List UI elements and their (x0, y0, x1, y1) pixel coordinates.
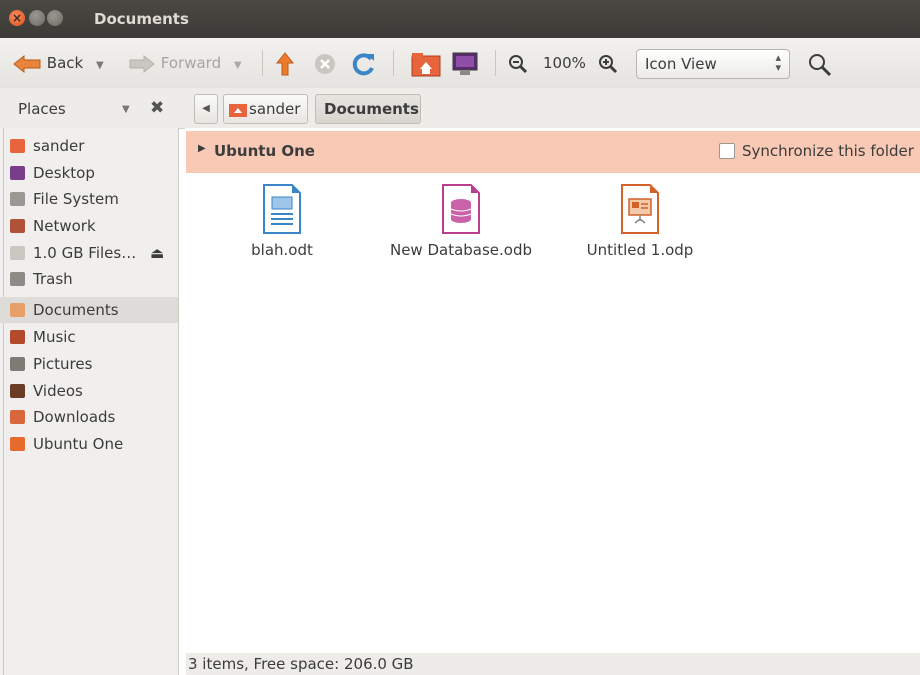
sidebar-item-network[interactable]: Network (0, 213, 178, 239)
up-arrow-icon[interactable] (275, 51, 295, 77)
computer-icon[interactable] (451, 51, 479, 77)
sidebar-item-sander[interactable]: sander (0, 133, 178, 159)
sync-folder-label[interactable]: Synchronize this folder (742, 142, 914, 160)
usb-drive-icon (10, 246, 25, 260)
forward-label: Forward (160, 54, 222, 72)
sidebar-item-1-0-gb-files[interactable]: 1.0 GB Files… ⏏ (0, 240, 178, 266)
sidebar-item-documents[interactable]: Documents (0, 297, 178, 323)
toolbar-separator (495, 50, 496, 76)
close-icon: × (11, 11, 23, 25)
crumb-label: sander (249, 100, 301, 118)
chevron-left-icon: ◀ (202, 103, 210, 114)
file-name: Untitled 1.odp (586, 241, 694, 259)
toolbar-separator (262, 50, 263, 76)
downloads-folder-icon (10, 410, 25, 424)
forward-arrow-icon (129, 54, 155, 73)
impress-presentation-icon (620, 183, 660, 234)
sidebar-item-trash[interactable]: Trash (0, 266, 178, 292)
zoom-out-icon[interactable] (508, 54, 528, 74)
sidebar-item-label: Network (33, 217, 96, 235)
zoom-in-icon[interactable] (598, 54, 618, 74)
sidebar-item-videos[interactable]: Videos (0, 378, 178, 404)
sidebar-item-label: Documents (33, 301, 119, 319)
sidebar-item-label: Desktop (33, 164, 95, 182)
status-text: 3 items, Free space: 206.0 GB (188, 655, 414, 673)
back-arrow-icon (13, 54, 41, 73)
sidebar-item-label: Ubuntu One (33, 435, 124, 453)
file-item[interactable]: blah.odt (197, 183, 367, 259)
sidebar-item-ubuntu-one[interactable]: Ubuntu One (0, 431, 178, 457)
file-item[interactable]: Untitled 1.odp (555, 183, 725, 259)
trash-icon (10, 272, 25, 286)
documents-folder-icon (10, 303, 25, 317)
sidebar-item-label: sander (33, 137, 85, 155)
view-mode-value: Icon View (645, 55, 717, 73)
network-icon (10, 219, 25, 233)
window-titlebar[interactable]: × Documents (0, 0, 920, 38)
sidebar-item-label: Videos (33, 382, 83, 400)
file-name: blah.odt (251, 241, 313, 259)
music-folder-icon (10, 330, 25, 344)
home-folder-icon[interactable] (411, 51, 441, 77)
desktop-icon (10, 166, 25, 180)
sidebar-item-label: Trash (33, 270, 73, 288)
window-title: Documents (94, 10, 189, 28)
harddisk-icon (10, 192, 25, 206)
file-item[interactable]: New Database.odb (376, 183, 546, 259)
minimize-window-button[interactable] (29, 10, 45, 26)
ubuntu-one-label: Ubuntu One (214, 142, 315, 160)
ubuntu-one-folder-icon (10, 437, 25, 451)
sidebar-item-desktop[interactable]: Desktop (0, 160, 178, 186)
search-icon[interactable] (807, 52, 833, 78)
videos-folder-icon (10, 384, 25, 398)
places-menu-chevron-icon[interactable]: ▼ (122, 104, 130, 115)
back-label: Back (46, 54, 84, 72)
sidebar-item-music[interactable]: Music (0, 324, 178, 350)
sidebar-item-label: Pictures (33, 355, 93, 373)
back-button[interactable]: Back ▼ (12, 51, 104, 75)
base-database-icon (441, 183, 481, 234)
places-header: Places (18, 100, 66, 118)
pathbar-crumb-sander[interactable]: sander (223, 94, 308, 124)
view-mode-select[interactable]: Icon View ▴ ▾ (636, 49, 790, 79)
pathbar-scroll-left-button[interactable]: ◀ (194, 94, 218, 124)
forward-history-chevron-icon[interactable]: ▼ (234, 60, 242, 71)
toolbar-separator (393, 50, 394, 76)
reload-icon[interactable] (351, 51, 377, 77)
sidebar-item-file-system[interactable]: File System (0, 186, 178, 212)
sidebar-item-label: Downloads (33, 408, 116, 426)
crumb-label: Documents (324, 100, 419, 118)
eject-icon[interactable]: ⏏ (150, 240, 164, 266)
sidebar-item-label: Music (33, 328, 76, 346)
sidebar-item-pictures[interactable]: Pictures (0, 351, 178, 377)
sidebar-item-label: 1.0 GB Files… (33, 244, 137, 262)
maximize-window-button[interactable] (47, 10, 63, 26)
close-window-button[interactable]: × (9, 10, 25, 26)
status-bar: 3 items, Free space: 206.0 GB (186, 653, 920, 675)
select-arrows-icon: ▴ ▾ (775, 51, 781, 74)
pictures-folder-icon (10, 357, 25, 371)
sidebar-item-label: File System (33, 190, 119, 208)
home-folder-icon (10, 139, 25, 153)
forward-button[interactable]: Forward ▼ (128, 51, 242, 75)
ubuntu-one-bar: ▶ Ubuntu One Synchronize this folder (186, 131, 920, 173)
home-folder-icon (229, 104, 247, 117)
stop-icon[interactable] (313, 52, 337, 76)
sidebar-item-downloads[interactable]: Downloads (0, 404, 178, 430)
close-sidebar-icon[interactable]: ✖ (150, 98, 164, 118)
zoom-level: 100% (543, 54, 586, 72)
pathbar-crumb-documents[interactable]: Documents (315, 94, 421, 124)
back-history-chevron-icon[interactable]: ▼ (96, 60, 104, 71)
sync-folder-checkbox[interactable] (719, 143, 735, 159)
location-bar (0, 88, 920, 129)
writer-document-icon (262, 183, 302, 234)
expander-triangle-icon[interactable]: ▶ (198, 143, 206, 154)
file-name: New Database.odb (389, 241, 533, 259)
